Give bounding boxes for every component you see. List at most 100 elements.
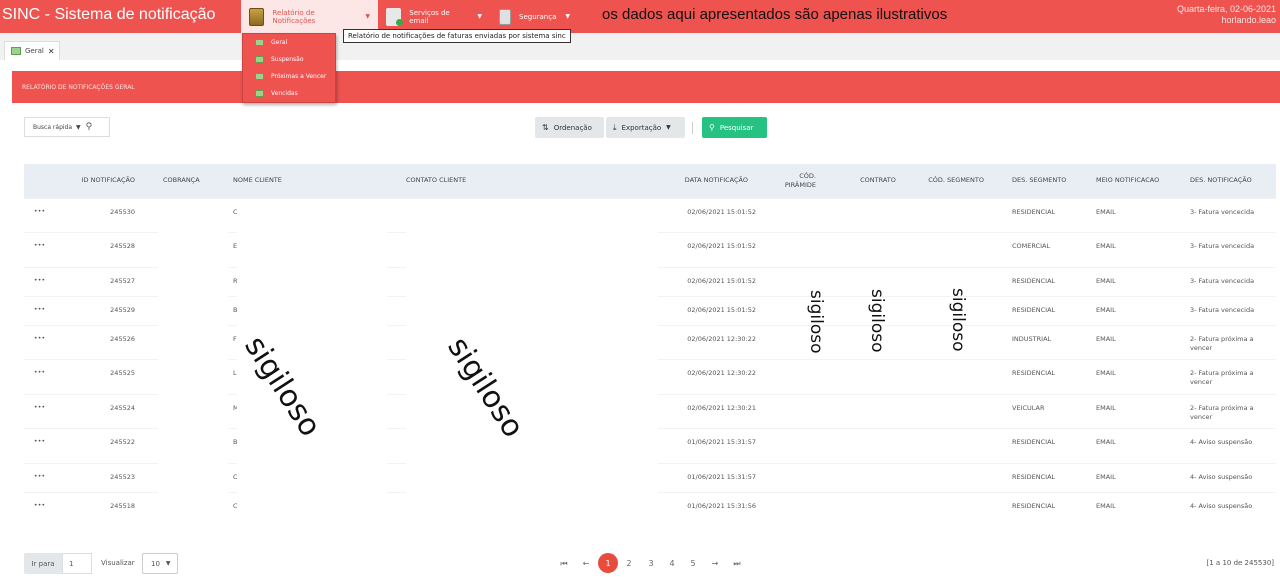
cell-id: 245518 xyxy=(55,491,155,521)
close-icon[interactable]: ✕ xyxy=(48,47,55,56)
app-title: SINC - Sistema de notificação xyxy=(2,6,216,23)
first-page-icon[interactable]: ⏮ xyxy=(558,553,570,574)
cell-data-notificacao: 02/06/2021 15:01:52 xyxy=(670,295,768,325)
cell-cod-segmento xyxy=(920,359,1004,394)
page-number[interactable]: 5 xyxy=(683,553,703,574)
next-page-icon[interactable]: → xyxy=(708,553,722,574)
section-title: RELATÓRIO DE NOTIFICAÇÕES GERAL xyxy=(22,83,135,91)
cell-contrato xyxy=(836,393,920,429)
email-icon xyxy=(386,7,404,26)
row-actions-icon[interactable]: ••• xyxy=(24,428,55,463)
page-number[interactable]: 4 xyxy=(662,553,682,574)
page-size-select[interactable]: 10 ▼ xyxy=(142,553,178,574)
cell-id: 245527 xyxy=(55,266,155,296)
column-header[interactable]: CONTRATO xyxy=(836,164,920,198)
export-label: Exportação xyxy=(621,123,662,132)
column-header[interactable]: NOME CLIENTE xyxy=(225,164,398,198)
row-actions-icon[interactable]: ••• xyxy=(24,266,55,296)
cell-meio-notificacao: EMAIL xyxy=(1088,266,1182,296)
page-size-value: 10 xyxy=(151,559,160,568)
cell-meio-notificacao: EMAIL xyxy=(1088,232,1182,267)
cell-data-notificacao: 02/06/2021 12:30:22 xyxy=(670,324,768,360)
dropdown-item-suspensao[interactable]: Suspensão xyxy=(243,51,335,68)
cell-des-notificacao: 2- Fatura próxima a vencer xyxy=(1182,393,1276,429)
last-page-icon[interactable]: ⏭ xyxy=(731,553,743,574)
cell-meio-notificacao: EMAIL xyxy=(1088,393,1182,429)
cell-id: 245526 xyxy=(55,324,155,360)
dropdown-item-proximas-vencer[interactable]: Próximas a Vencer xyxy=(243,68,335,85)
cell-meio-notificacao: EMAIL xyxy=(1088,491,1182,521)
cell-data-notificacao: 01/06/2021 15:31:57 xyxy=(670,462,768,492)
cell-contrato xyxy=(836,197,920,233)
row-actions-icon[interactable]: ••• xyxy=(24,324,55,360)
cell-des-notificacao: 3- Fatura vencecida xyxy=(1182,295,1276,325)
column-header[interactable]: CÓD. SEGMENTO xyxy=(920,164,1004,198)
page-size-label: Visualizar xyxy=(101,559,135,567)
dropdown-item-label: Vencidas xyxy=(271,90,298,97)
quick-search-select[interactable]: Busca rápida ▼ ⚲ xyxy=(24,117,110,137)
page-number[interactable]: 3 xyxy=(641,553,661,574)
row-actions-icon[interactable]: ••• xyxy=(24,197,55,233)
cell-des-segmento: INDUSTRIAL xyxy=(1004,324,1088,360)
caret-down-icon: ▼ xyxy=(365,13,370,20)
cell-des-segmento: VEICULAR xyxy=(1004,393,1088,429)
row-actions-icon[interactable]: ••• xyxy=(24,462,55,492)
cell-id: 245522 xyxy=(55,428,155,463)
username: horlando.leao xyxy=(1221,15,1276,25)
column-header[interactable]: COBRANÇA xyxy=(155,164,225,198)
dropdown-item-vencidas[interactable]: Vencidas xyxy=(243,85,335,102)
cell-meio-notificacao: EMAIL xyxy=(1088,324,1182,360)
column-header[interactable]: DATA NOTIFICAÇÃO xyxy=(670,164,768,198)
cell-cod-piramide xyxy=(768,491,836,521)
pagination-bar: Ir para 1 Visualizar 10 ▼ ⏮ ← 1 2 3 4 5 … xyxy=(24,553,1274,574)
user-info: Quarta-feira, 02-06-2021 horlando.leao xyxy=(1177,4,1276,26)
redaction-mask xyxy=(406,199,658,529)
cell-cod-piramide xyxy=(768,232,836,267)
column-header[interactable]: ID NOTIFICAÇÃO xyxy=(55,164,155,198)
column-header[interactable]: DES. NOTIFICAÇÃO xyxy=(1182,164,1276,198)
order-button[interactable]: ⇅ Ordenação xyxy=(535,117,604,138)
export-button[interactable]: ⤓ Exportação ▼ xyxy=(606,117,685,138)
tab-bar: Geral ✕ xyxy=(0,38,1172,60)
cell-des-notificacao: 4- Aviso suspensão xyxy=(1182,491,1276,521)
cell-cod-segmento xyxy=(920,393,1004,429)
table-header-row: ID NOTIFICAÇÃO COBRANÇA NOME CLIENTE CON… xyxy=(24,164,1276,198)
cell-des-notificacao: 3- Fatura vencecida xyxy=(1182,232,1276,267)
prev-page-icon[interactable]: ← xyxy=(579,553,593,574)
row-actions-icon[interactable]: ••• xyxy=(24,232,55,267)
dropdown-item-geral[interactable]: Geral xyxy=(243,34,335,51)
cell-contrato xyxy=(836,232,920,267)
cell-meio-notificacao: EMAIL xyxy=(1088,295,1182,325)
goto-page-input[interactable]: 1 xyxy=(62,553,92,574)
page-number[interactable]: 2 xyxy=(619,553,639,574)
grid-icon xyxy=(255,39,264,46)
goto-page-button[interactable]: Ir para xyxy=(24,553,62,574)
row-actions-icon[interactable]: ••• xyxy=(24,393,55,429)
cell-data-notificacao: 01/06/2021 15:31:56 xyxy=(670,491,768,521)
row-actions-icon[interactable]: ••• xyxy=(24,359,55,394)
column-header[interactable]: DES. SEGMENTO xyxy=(1004,164,1088,198)
search-button[interactable]: ⚲ Pesquisar xyxy=(702,117,767,138)
caret-down-icon: ▼ xyxy=(565,13,570,20)
download-icon: ⤓ xyxy=(613,122,617,132)
lock-icon xyxy=(499,8,511,25)
page-number-current[interactable]: 1 xyxy=(598,553,618,573)
tab-geral[interactable]: Geral ✕ xyxy=(4,41,60,60)
column-header[interactable]: MEIO NOTIFICACAO xyxy=(1088,164,1182,198)
grid-icon xyxy=(255,73,264,80)
column-header[interactable]: CÓD. PIRÂMIDE xyxy=(768,164,836,198)
row-actions-icon[interactable]: ••• xyxy=(24,295,55,325)
cell-cod-piramide xyxy=(768,197,836,233)
menu-label: Segurança xyxy=(519,12,557,21)
cell-contrato xyxy=(836,462,920,492)
row-actions-icon[interactable]: ••• xyxy=(24,491,55,521)
search-icon[interactable]: ⚲ xyxy=(86,122,93,132)
search-label: Pesquisar xyxy=(719,123,754,132)
redaction-label: sigiloso xyxy=(806,290,826,354)
cell-des-notificacao: 2- Fatura próxima a vencer xyxy=(1182,324,1276,360)
column-header[interactable]: CONTATO CLIENTE xyxy=(398,164,670,198)
cell-cod-segmento xyxy=(920,428,1004,463)
menu-tooltip: Relatório de notificações de faturas env… xyxy=(343,29,571,43)
cell-des-segmento: RESIDENCIAL xyxy=(1004,428,1088,463)
cell-id: 245528 xyxy=(55,232,155,267)
